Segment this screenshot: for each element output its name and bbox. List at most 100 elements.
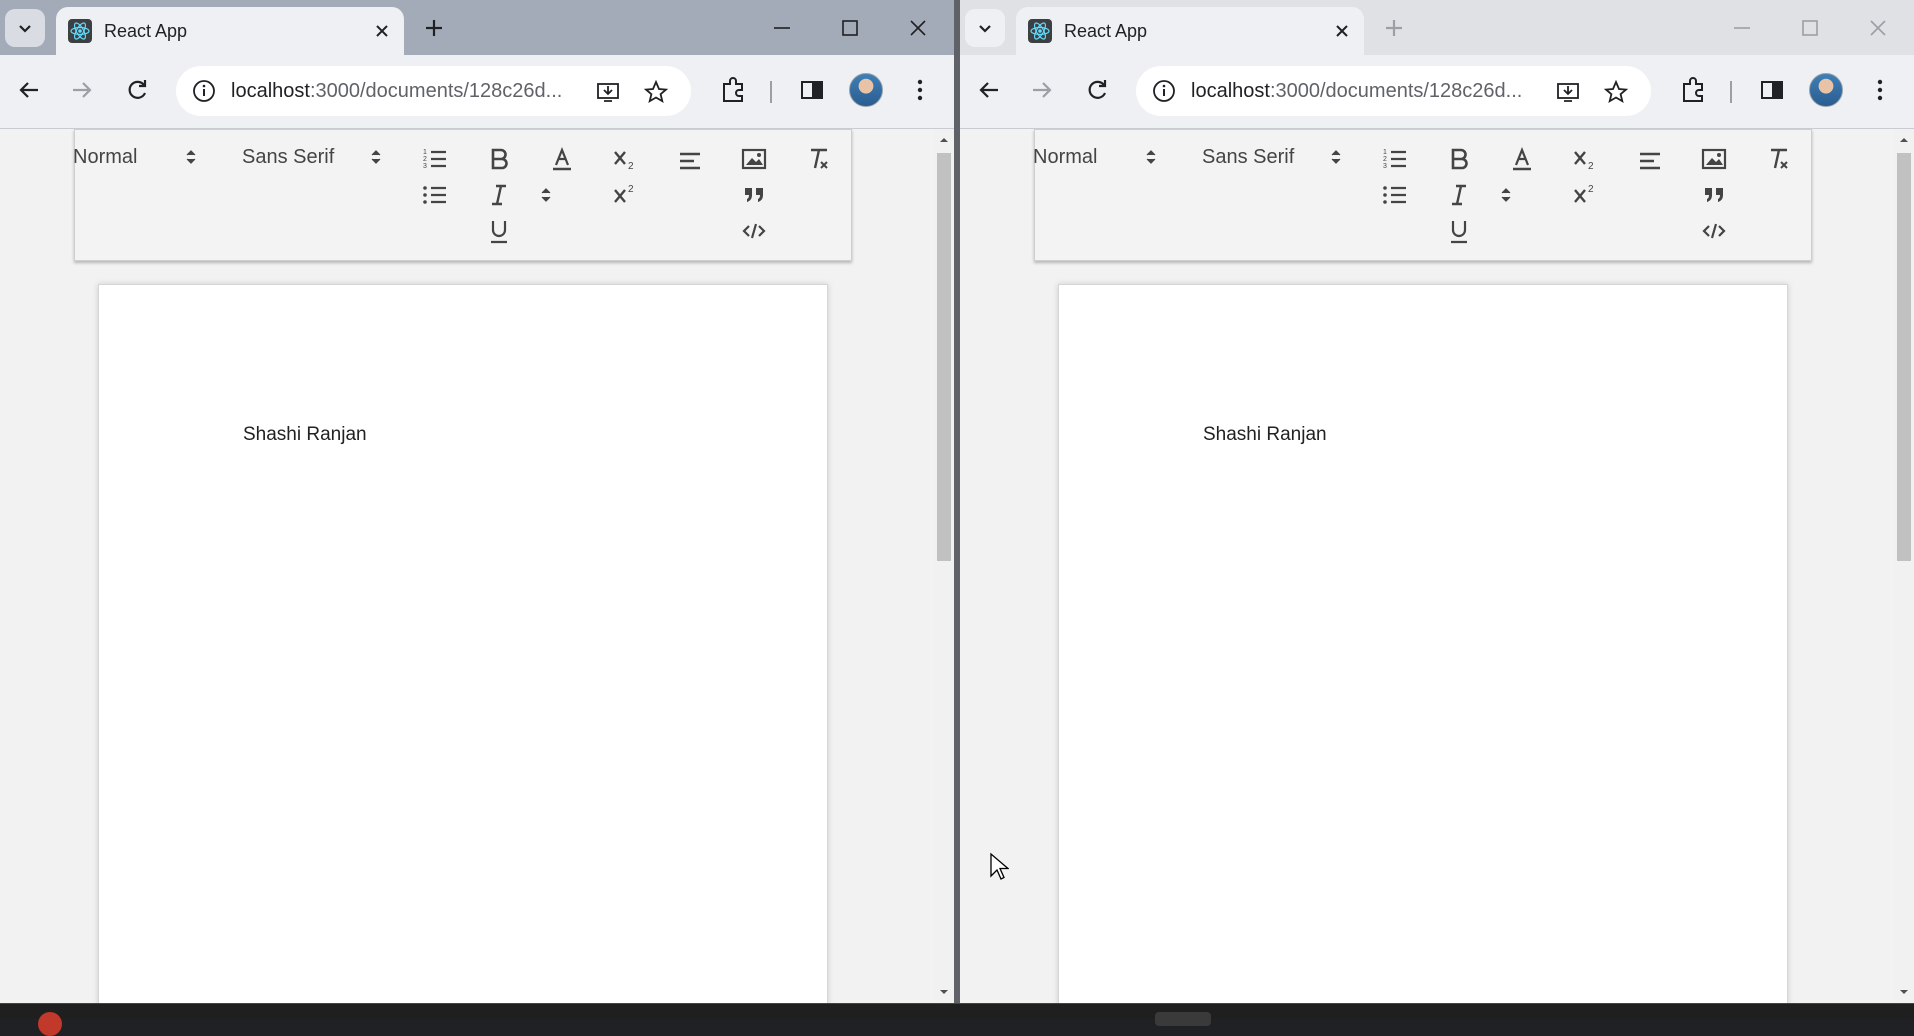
tab-react-app[interactable]: React App [56,7,404,55]
svg-text:1: 1 [1383,149,1387,156]
blockquote-icon[interactable] [1699,180,1729,210]
kebab-menu-icon[interactable] [905,75,935,105]
italic-icon[interactable] [1444,180,1474,210]
text-color-icon[interactable] [547,144,577,174]
superscript-icon[interactable]: 2 [1571,180,1601,210]
page-viewport[interactable]: Normal Sans Serif 123 2 2 Shashi Ranjan [960,129,1894,1003]
document-text[interactable]: Shashi Ranjan [243,424,367,446]
tab-react-app[interactable]: React App [1016,7,1364,55]
install-app-icon[interactable] [594,78,622,106]
taskbar [0,1003,1914,1036]
side-panel-icon[interactable] [797,75,827,105]
bullet-list-icon[interactable] [420,180,450,210]
image-icon[interactable] [739,144,769,174]
header-picker[interactable]: Normal [73,146,137,169]
taskbar-app-icon[interactable] [38,1012,62,1036]
side-panel-icon[interactable] [1757,75,1787,105]
avatar[interactable] [1809,73,1843,107]
underline-icon[interactable] [484,216,514,246]
scroll-up-icon[interactable] [939,135,949,145]
font-picker[interactable]: Sans Serif [1202,146,1294,169]
underline-icon[interactable] [1444,216,1474,246]
align-picker-arrows-icon[interactable] [540,186,552,204]
blockquote-icon[interactable] [739,180,769,210]
address-bar[interactable]: localhost:3000/documents/128c26d... [1136,66,1651,116]
subscript-icon[interactable]: 2 [611,144,641,174]
star-icon[interactable] [642,78,670,106]
bold-icon[interactable] [1444,144,1474,174]
code-block-icon[interactable] [1699,216,1729,246]
text-color-icon[interactable] [1507,144,1537,174]
image-icon[interactable] [1699,144,1729,174]
info-icon[interactable] [1150,77,1178,105]
document-page[interactable]: Shashi Ranjan [98,284,828,1003]
react-icon [1028,19,1052,43]
kebab-menu-icon[interactable] [1865,75,1895,105]
arrow-right-icon[interactable] [1027,75,1057,105]
picker-arrows-icon[interactable] [1145,148,1157,166]
browser-toolbar: localhost:3000/documents/128c26d... [0,55,954,129]
install-app-icon[interactable] [1554,78,1582,106]
page-viewport[interactable]: Normal Sans Serif 123 2 2 Shashi Ranjan [0,129,934,1003]
scroll-down-icon[interactable] [1899,987,1909,997]
arrow-right-icon[interactable] [67,75,97,105]
clear-formatting-icon[interactable] [803,144,833,174]
taskbar-app-icon[interactable] [1155,1012,1211,1026]
picker-arrows-icon[interactable] [185,148,197,166]
address-bar[interactable]: localhost:3000/documents/128c26d... [176,66,691,116]
italic-icon[interactable] [484,180,514,210]
scroll-thumb[interactable] [1897,153,1911,561]
bold-icon[interactable] [484,144,514,174]
scroll-down-icon[interactable] [939,987,949,997]
puzzle-icon[interactable] [718,75,748,105]
code-block-icon[interactable] [739,216,769,246]
scroll-up-icon[interactable] [1899,135,1909,145]
arrow-left-icon[interactable] [974,75,1004,105]
picker-arrows-icon[interactable] [370,148,382,166]
vertical-scrollbar[interactable] [1894,129,1914,1003]
maximize-icon[interactable] [836,14,864,42]
bullet-list-icon[interactable] [1380,180,1410,210]
minimize-icon[interactable] [768,14,796,42]
plus-icon[interactable] [420,14,448,42]
url-text[interactable]: localhost:3000/documents/128c26d... [1191,80,1522,103]
svg-text:3: 3 [423,163,427,170]
reload-icon[interactable] [1082,75,1112,105]
close-icon[interactable] [1332,21,1352,41]
tab-search-button[interactable] [5,9,45,47]
minimize-icon[interactable] [1728,14,1756,42]
plus-icon[interactable] [1380,14,1408,42]
ordered-list-icon[interactable]: 123 [1380,144,1410,174]
info-icon[interactable] [190,77,218,105]
align-icon[interactable] [675,146,705,176]
scroll-thumb[interactable] [937,153,951,561]
align-icon[interactable] [1635,146,1665,176]
close-window-icon[interactable] [904,14,932,42]
star-icon[interactable] [1602,78,1630,106]
puzzle-icon[interactable] [1678,75,1708,105]
close-window-icon[interactable] [1864,14,1892,42]
close-icon[interactable] [372,21,392,41]
svg-text:3: 3 [1383,163,1387,170]
document-page[interactable]: Shashi Ranjan [1058,284,1788,1003]
avatar[interactable] [849,73,883,107]
mouse-cursor-icon [990,852,1009,880]
url-text[interactable]: localhost:3000/documents/128c26d... [231,80,562,103]
document-text[interactable]: Shashi Ranjan [1203,424,1327,446]
arrow-left-icon[interactable] [14,75,44,105]
superscript-icon[interactable]: 2 [611,180,641,210]
tab-search-button[interactable] [965,9,1005,47]
reload-icon[interactable] [122,75,152,105]
tab-strip: React App [960,0,1914,55]
maximize-icon[interactable] [1796,14,1824,42]
picker-arrows-icon[interactable] [1330,148,1342,166]
subscript-icon[interactable]: 2 [1571,144,1601,174]
align-picker-arrows-icon[interactable] [1500,186,1512,204]
header-picker[interactable]: Normal [1033,146,1097,169]
font-picker[interactable]: Sans Serif [242,146,334,169]
vertical-scrollbar[interactable] [934,129,954,1003]
svg-text:2: 2 [423,156,427,163]
svg-text:2: 2 [1383,156,1387,163]
ordered-list-icon[interactable]: 123 [420,144,450,174]
clear-formatting-icon[interactable] [1763,144,1793,174]
